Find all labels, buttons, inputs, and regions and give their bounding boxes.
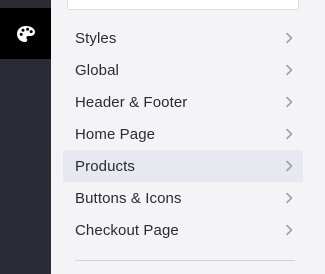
menu-item-header-footer[interactable]: Header & Footer bbox=[63, 86, 303, 118]
menu-item-home-page[interactable]: Home Page bbox=[63, 118, 303, 150]
menu-item-label: Products bbox=[75, 157, 135, 175]
theme-styles-button[interactable] bbox=[0, 8, 51, 59]
theme-settings-panel: Styles Global Header & Footer Home Page … bbox=[51, 0, 325, 274]
left-toolbar bbox=[0, 0, 51, 274]
divider bbox=[75, 260, 295, 261]
chevron-right-icon bbox=[286, 192, 293, 204]
menu-item-global[interactable]: Global bbox=[63, 54, 303, 86]
menu-item-checkout-page[interactable]: Checkout Page bbox=[63, 214, 303, 246]
menu-item-label: Header & Footer bbox=[75, 93, 188, 111]
menu-item-label: Styles bbox=[75, 29, 117, 47]
menu-item-label: Checkout Page bbox=[75, 221, 179, 239]
chevron-right-icon bbox=[286, 64, 293, 76]
menu-item-styles[interactable]: Styles bbox=[63, 22, 303, 54]
menu-item-label: Buttons & Icons bbox=[75, 189, 182, 207]
search-field[interactable] bbox=[67, 0, 299, 10]
chevron-right-icon bbox=[286, 160, 293, 172]
chevron-right-icon bbox=[286, 32, 293, 44]
chevron-right-icon bbox=[286, 96, 293, 108]
palette-icon bbox=[16, 25, 35, 42]
chevron-right-icon bbox=[286, 224, 293, 236]
menu-item-label: Home Page bbox=[75, 125, 156, 143]
menu-item-label: Global bbox=[75, 61, 119, 79]
menu-item-buttons-icons[interactable]: Buttons & Icons bbox=[63, 182, 303, 214]
chevron-right-icon bbox=[286, 128, 293, 140]
menu-item-products[interactable]: Products bbox=[63, 150, 303, 182]
